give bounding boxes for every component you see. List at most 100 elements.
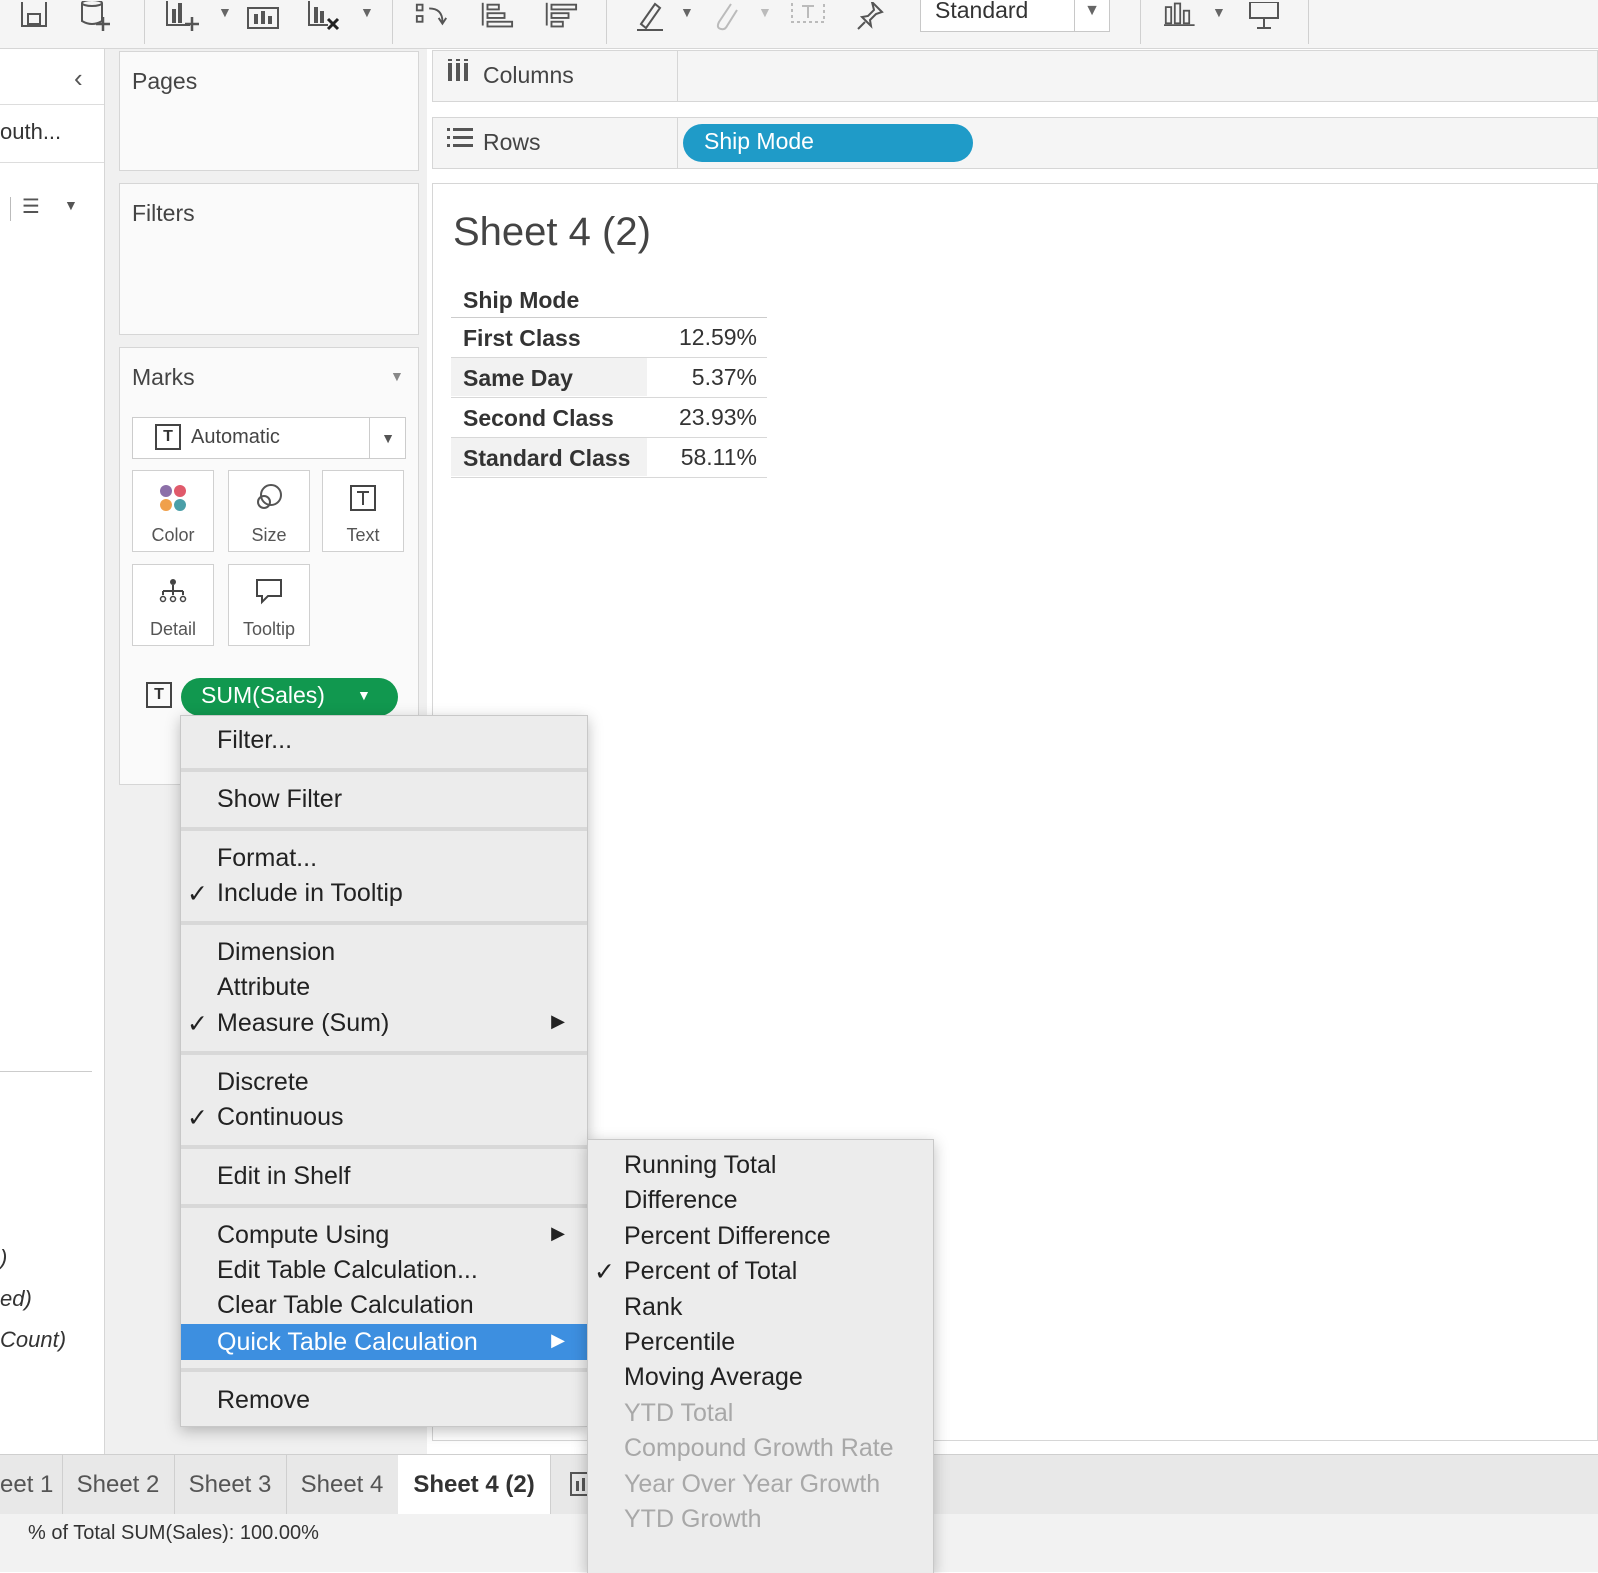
text-icon [323, 483, 403, 520]
clear-sheet-icon[interactable] [306, 0, 342, 34]
submenu-item-compound-growth-rate: Compound Growth Rate [588, 1430, 933, 1466]
menu-item-label: Measure (Sum) [217, 1009, 390, 1037]
presentation-icon[interactable] [1246, 0, 1282, 34]
submenu-item-percent-difference[interactable]: Percent Difference [588, 1218, 933, 1254]
table-row[interactable]: Standard Class 58.11% [451, 438, 767, 478]
field-item[interactable]: ed) [0, 1286, 32, 1312]
rows-shelf[interactable]: Rows Ship Mode [432, 117, 1598, 169]
column-header[interactable]: Ship Mode [451, 284, 767, 318]
table-row[interactable]: Same Day 5.37% [451, 358, 767, 398]
highlight-icon[interactable] [632, 0, 668, 34]
checkmark-icon: ✓ [187, 1104, 208, 1132]
rows-icon [447, 126, 473, 157]
table-row[interactable]: First Class 12.59% [451, 318, 767, 358]
row-header[interactable]: First Class [451, 318, 647, 356]
list-view-icon[interactable]: ☰ [22, 194, 40, 219]
menu-item-format[interactable]: Format... [181, 840, 587, 876]
tab-sheet-3[interactable]: Sheet 3 [174, 1455, 287, 1515]
submenu-item-percent-of-total[interactable]: ✓ Percent of Total [588, 1253, 933, 1289]
new-worksheet-icon[interactable] [164, 0, 200, 34]
view-size-dropdown[interactable]: Standard ▼ [920, 0, 1110, 32]
columns-icon [447, 59, 469, 92]
submenu-item-rank[interactable]: Rank [588, 1289, 933, 1325]
menu-item-label: Format... [217, 844, 318, 872]
field-item[interactable]: ) [0, 1245, 7, 1271]
menu-item-remove[interactable]: Remove [181, 1382, 587, 1418]
chevron-down-icon[interactable]: ▼ [1074, 0, 1109, 31]
cell-value[interactable]: 23.93% [679, 398, 757, 436]
menu-item-clear-table-calculation[interactable]: Clear Table Calculation [181, 1287, 587, 1323]
new-datasource-icon[interactable] [78, 0, 114, 34]
menu-item-quick-table-calculation[interactable]: Quick Table Calculation ▶ [181, 1324, 587, 1360]
chevron-down-icon[interactable]: ▼ [64, 197, 78, 213]
detail-button[interactable]: Detail [132, 564, 214, 646]
row-header[interactable]: Standard Class [451, 438, 647, 476]
table-row[interactable]: Second Class 23.93% [451, 398, 767, 438]
menu-item-compute-using[interactable]: Compute Using ▶ [181, 1217, 587, 1253]
menu-item-label: Remove [217, 1386, 311, 1414]
detail-icon [133, 577, 213, 614]
quick-table-calc-submenu: Running Total Difference Percent Differe… [587, 1139, 934, 1573]
color-button[interactable]: Color [132, 470, 214, 552]
submenu-item-moving-average[interactable]: Moving Average [588, 1359, 933, 1395]
attach-icon [708, 0, 744, 34]
save-icon[interactable] [16, 0, 52, 34]
size-button[interactable]: Size [228, 470, 310, 552]
collapse-chevron-icon[interactable]: ‹ [74, 63, 83, 94]
menu-item-label: Moving Average [624, 1363, 803, 1391]
pin-icon[interactable] [852, 0, 888, 34]
row-header[interactable]: Second Class [451, 398, 647, 436]
menu-item-label: Running Total [624, 1151, 777, 1179]
menu-item-measure[interactable]: ✓ Measure (Sum) ▶ [181, 1005, 587, 1041]
tab-sheet-4-2[interactable]: Sheet 4 (2) [398, 1455, 551, 1515]
sum-sales-pill[interactable]: SUM(Sales) ▼ [181, 678, 398, 716]
menu-item-label: YTD Total [624, 1399, 734, 1427]
menu-item-show-filter[interactable]: Show Filter [181, 781, 587, 817]
chevron-down-icon[interactable]: ▼ [369, 418, 406, 458]
menu-item-label: Percent Difference [624, 1222, 831, 1250]
menu-item-label: Edit Table Calculation... [217, 1256, 478, 1284]
submenu-item-running-total[interactable]: Running Total [588, 1147, 933, 1183]
ship-mode-label: Ship Mode [704, 128, 814, 154]
cell-value[interactable]: 12.59% [679, 318, 757, 356]
menu-item-label: Include in Tooltip [217, 879, 403, 907]
filters-title: Filters [132, 200, 195, 226]
duplicate-sheet-icon[interactable] [246, 0, 282, 34]
submenu-item-difference[interactable]: Difference [588, 1182, 933, 1218]
show-me-icon[interactable] [1164, 0, 1200, 34]
tooltip-button[interactable]: Tooltip [228, 564, 310, 646]
tab-sheet-1[interactable]: eet 1 [0, 1455, 63, 1515]
pages-shelf[interactable]: Pages [119, 51, 419, 171]
tab-sheet-4[interactable]: Sheet 4 [286, 1455, 399, 1515]
text-button[interactable]: Text [322, 470, 404, 552]
menu-item-label: Year Over Year Growth [624, 1470, 881, 1498]
detail-label: Detail [149, 619, 197, 639]
cell-value[interactable]: 5.37% [692, 358, 757, 396]
menu-item-edit-table-calculation[interactable]: Edit Table Calculation... [181, 1252, 587, 1288]
field-item[interactable]: Count) [0, 1327, 66, 1353]
menu-item-discrete[interactable]: Discrete [181, 1064, 587, 1100]
chevron-down-icon[interactable]: ▼ [390, 368, 404, 384]
toolbar: ▼ ▼ ▼ ▼ Standard ▼ ▼ [0, 0, 1598, 49]
menu-item-continuous[interactable]: ✓ Continuous [181, 1099, 587, 1135]
menu-item-attribute[interactable]: Attribute [181, 969, 587, 1005]
sort-descending-icon[interactable] [542, 0, 578, 34]
ship-mode-pill[interactable]: Ship Mode [683, 124, 973, 162]
filters-shelf[interactable]: Filters [119, 183, 419, 335]
menu-item-label: Filter... [217, 726, 293, 754]
chevron-down-icon[interactable]: ▼ [357, 687, 371, 703]
cell-value[interactable]: 58.11% [681, 438, 757, 476]
menu-item-filter[interactable]: Filter... [181, 722, 587, 758]
swap-icon[interactable] [414, 0, 450, 34]
datasource-name[interactable]: outh... [0, 119, 61, 145]
row-header[interactable]: Same Day [451, 358, 647, 396]
mark-type-dropdown[interactable]: T Automatic ▼ [132, 417, 406, 459]
columns-shelf[interactable]: Columns [432, 50, 1598, 102]
tab-sheet-2[interactable]: Sheet 2 [62, 1455, 175, 1515]
menu-item-dimension[interactable]: Dimension [181, 934, 587, 970]
submenu-item-percentile[interactable]: Percentile [588, 1324, 933, 1360]
pages-title: Pages [132, 68, 198, 94]
sort-ascending-icon[interactable] [478, 0, 514, 34]
menu-item-include-in-tooltip[interactable]: ✓ Include in Tooltip [181, 875, 587, 911]
menu-item-edit-in-shelf[interactable]: Edit in Shelf [181, 1158, 587, 1194]
